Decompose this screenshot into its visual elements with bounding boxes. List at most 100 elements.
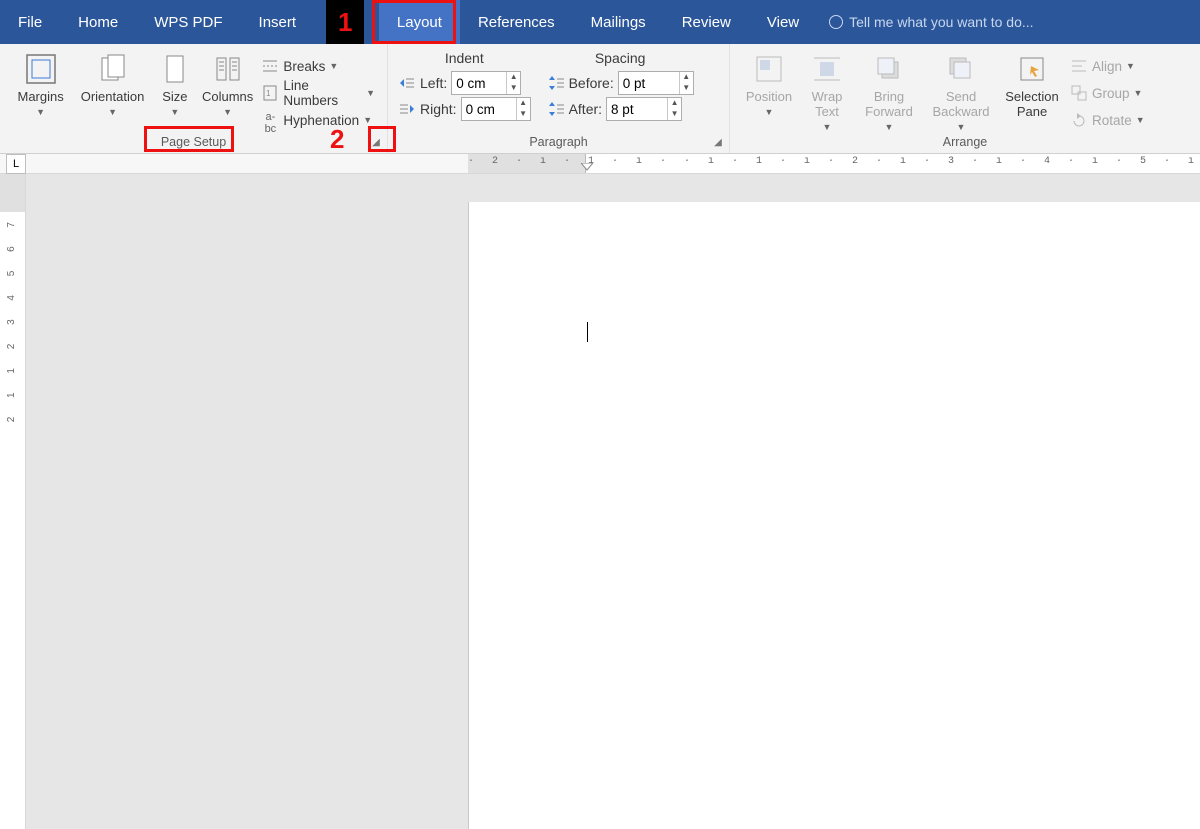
wrap-text-icon: [810, 52, 844, 86]
spacing-after-input[interactable]: [607, 98, 667, 120]
spinner-up-icon[interactable]: ▲: [668, 98, 681, 109]
tab-selector[interactable]: L: [6, 154, 26, 174]
position-button[interactable]: Position▼: [740, 48, 798, 134]
wrap-text-button[interactable]: Wrap Text▼: [802, 48, 852, 134]
tab-file[interactable]: File: [0, 0, 60, 44]
dropdown-icon: ▼: [1136, 115, 1145, 125]
bring-forward-button[interactable]: Bring Forward▼: [856, 48, 922, 134]
dropdown-icon: ▼: [170, 107, 179, 117]
size-icon: [158, 52, 192, 86]
tab-review[interactable]: Review: [664, 0, 749, 44]
svg-text:1: 1: [266, 89, 271, 98]
spacing-after-label: After:: [569, 101, 602, 117]
spacing-before-input[interactable]: [619, 72, 679, 94]
spacing-before-label: Before:: [569, 75, 614, 91]
dropdown-icon: ▼: [885, 122, 894, 132]
dropdown-icon: ▼: [765, 107, 774, 117]
spinner-up-icon[interactable]: ▲: [517, 98, 530, 109]
annotation-number-1: 1: [326, 0, 364, 44]
ribbon: Margins▼ Orientation▼ Size▼ Columns▼ Bre…: [0, 44, 1200, 154]
group-paragraph: Indent Left: ▲▼ Right: ▲▼ Spacing Before…: [388, 44, 730, 153]
group-label-arrange: Arrange: [740, 135, 1190, 151]
indent-marker-icon[interactable]: [581, 163, 593, 174]
group-icon: [1070, 84, 1088, 102]
breaks-button[interactable]: Breaks ▼: [259, 54, 377, 78]
tab-mailings[interactable]: Mailings: [573, 0, 664, 44]
send-backward-icon: [944, 52, 978, 86]
indent-right-input[interactable]: [462, 98, 516, 120]
line-numbers-button[interactable]: 1Line Numbers ▼: [259, 81, 377, 105]
document-margin-area: [26, 174, 468, 829]
breaks-icon: [261, 57, 279, 75]
dropdown-icon: ▼: [363, 115, 372, 125]
spinner-down-icon[interactable]: ▼: [507, 83, 520, 94]
annotation-number-2: 2: [330, 124, 344, 155]
group-label-paragraph: Paragraph: [398, 135, 719, 151]
group-label-page-setup: Page Setup: [10, 135, 377, 151]
tab-insert[interactable]: Insert: [241, 0, 315, 44]
spinner-up-icon[interactable]: ▲: [680, 72, 693, 83]
spacing-before-spinner[interactable]: ▲▼: [618, 71, 694, 95]
document-area[interactable]: [468, 174, 1200, 829]
indent-left-input[interactable]: [452, 72, 506, 94]
align-icon: [1070, 57, 1088, 75]
indent-right-label: Right:: [420, 101, 457, 117]
dropdown-icon: ▼: [223, 107, 232, 117]
size-button[interactable]: Size▼: [154, 48, 196, 134]
dropdown-icon: ▼: [823, 122, 832, 132]
spinner-down-icon[interactable]: ▼: [680, 83, 693, 94]
tab-home[interactable]: Home: [60, 0, 136, 44]
orientation-button[interactable]: Orientation▼: [75, 48, 150, 134]
spacing-after-icon: [547, 100, 565, 118]
dropdown-icon: ▼: [366, 88, 375, 98]
selection-pane-button[interactable]: Selection Pane: [1000, 48, 1064, 134]
line-numbers-icon: 1: [261, 84, 279, 102]
horizontal-ruler[interactable]: · 2 · ı · 1 · ı · · ı · 1 · ı · 2 · ı · …: [468, 154, 1200, 174]
dropdown-icon: ▼: [36, 107, 45, 117]
dropdown-icon: ▼: [1134, 88, 1143, 98]
spacing-after-spinner[interactable]: ▲▼: [606, 97, 682, 121]
spacing-before-icon: [547, 74, 565, 92]
ruler-corner: L: [0, 154, 468, 174]
align-button[interactable]: Align ▼: [1068, 54, 1147, 78]
selection-pane-icon: [1015, 52, 1049, 86]
tab-references[interactable]: References: [460, 0, 573, 44]
columns-icon: [211, 52, 245, 86]
margins-icon: [24, 52, 58, 86]
rotate-button[interactable]: Rotate ▼: [1068, 108, 1147, 132]
spinner-down-icon[interactable]: ▼: [517, 109, 530, 120]
page-sheet[interactable]: [468, 202, 1200, 829]
hyphenation-button[interactable]: a-bcHyphenation ▼: [259, 108, 377, 132]
vertical-ruler[interactable]: 2 1 1 2 3 4 5 6 7: [0, 174, 26, 829]
indent-left-icon: [398, 74, 416, 92]
spinner-up-icon[interactable]: ▲: [507, 72, 520, 83]
indent-left-label: Left:: [420, 75, 447, 91]
orientation-icon: [96, 52, 130, 86]
lightbulb-icon: [829, 15, 843, 29]
page-setup-dialog-launcher[interactable]: ◢: [369, 135, 383, 149]
indent-left-spinner[interactable]: ▲▼: [451, 71, 521, 95]
margins-button[interactable]: Margins▼: [10, 48, 71, 134]
tab-layout[interactable]: Layout: [379, 0, 460, 44]
dropdown-icon: ▼: [108, 107, 117, 117]
position-icon: [752, 52, 786, 86]
indent-right-icon: [398, 100, 416, 118]
indent-header: Indent: [398, 50, 531, 66]
tab-wps-pdf[interactable]: WPS PDF: [136, 0, 240, 44]
tab-view[interactable]: View: [749, 0, 817, 44]
dropdown-icon: ▼: [1126, 61, 1135, 71]
group-button[interactable]: Group ▼: [1068, 81, 1147, 105]
menu-bar: File Home WPS PDF Insert D Layout Refere…: [0, 0, 1200, 44]
tell-me-placeholder: Tell me what you want to do...: [849, 14, 1033, 30]
bring-forward-icon: [872, 52, 906, 86]
columns-button[interactable]: Columns▼: [200, 48, 255, 134]
text-cursor: [587, 322, 588, 342]
paragraph-dialog-launcher[interactable]: ◢: [711, 135, 725, 149]
indent-right-spinner[interactable]: ▲▼: [461, 97, 531, 121]
spacing-header: Spacing: [547, 50, 694, 66]
rotate-icon: [1070, 111, 1088, 129]
tell-me-search[interactable]: Tell me what you want to do...: [817, 14, 1033, 30]
hyphenation-icon: a-bc: [261, 111, 279, 129]
send-backward-button[interactable]: Send Backward▼: [926, 48, 996, 134]
spinner-down-icon[interactable]: ▼: [668, 109, 681, 120]
